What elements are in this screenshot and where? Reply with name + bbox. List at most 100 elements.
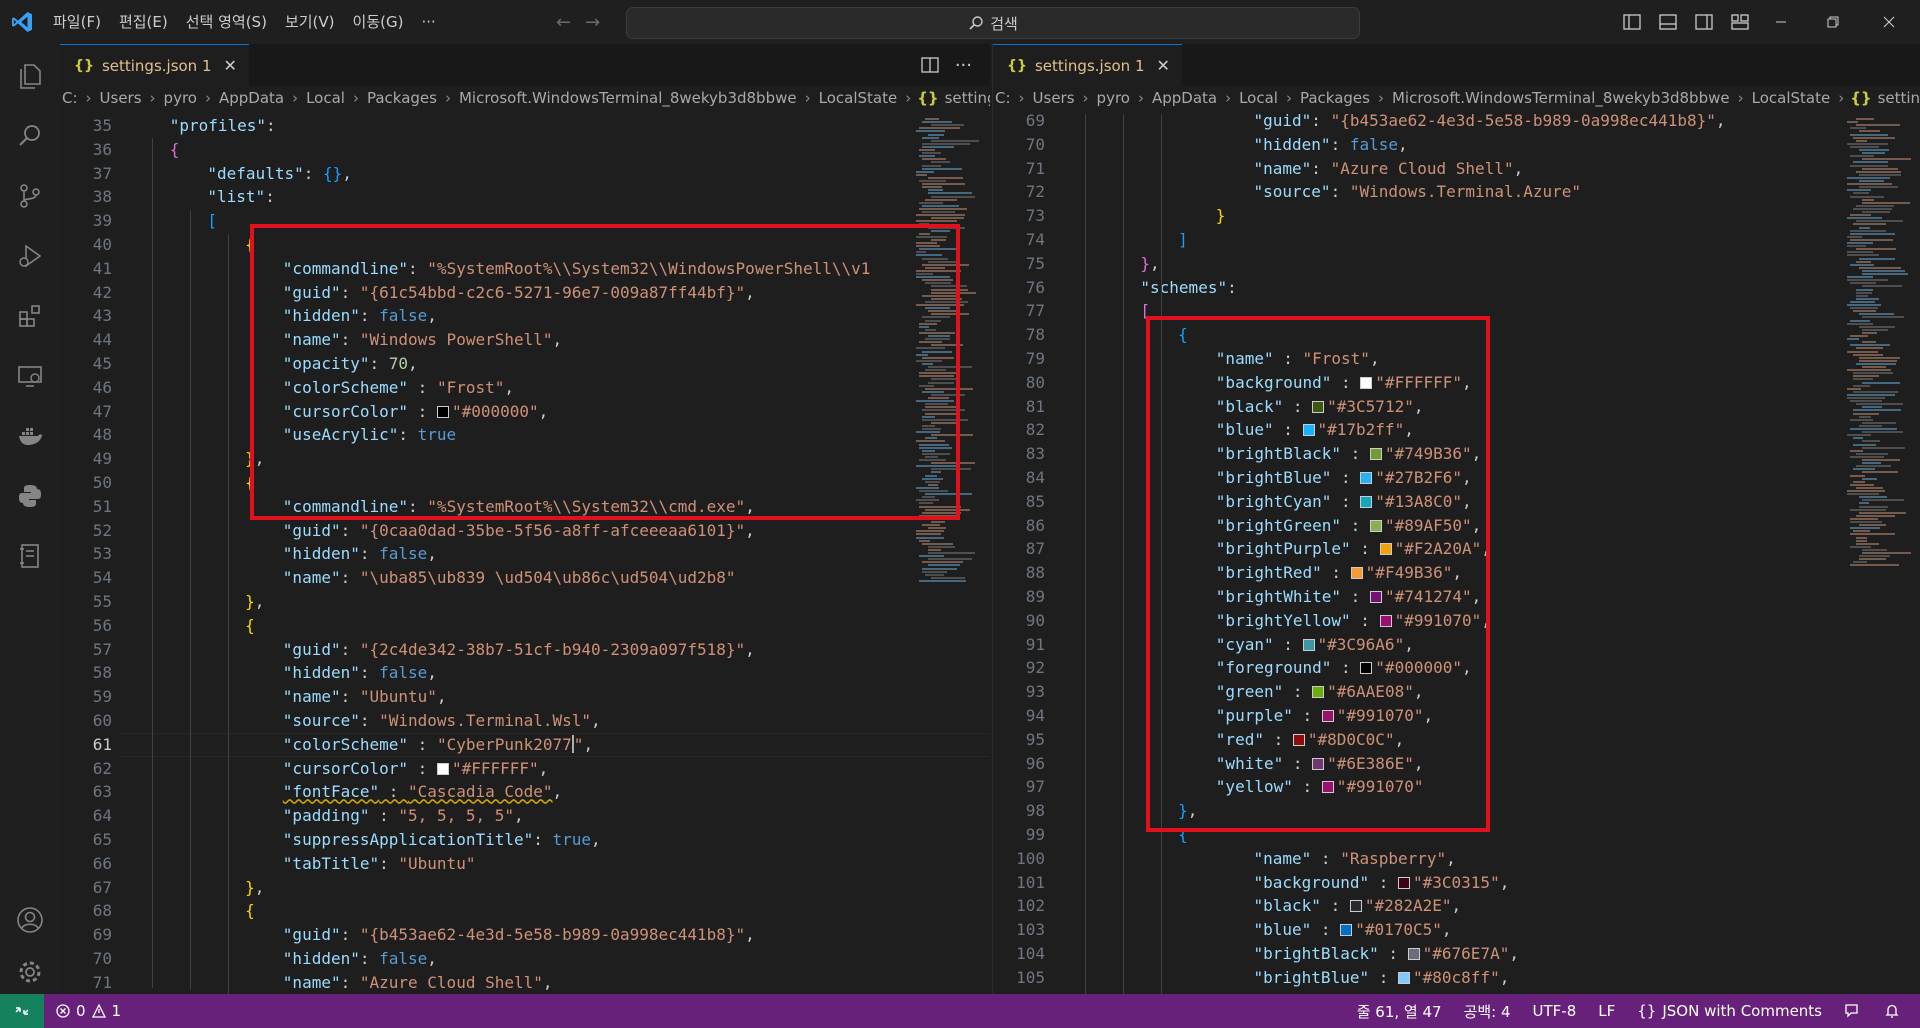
minimap-line: [928, 189, 943, 192]
status-bar: 0 1 줄 61, 열 47 공백: 4 UTF-8 LF {} JSON wit…: [0, 994, 1920, 1028]
code-text: "guid": "{0caa0dad-35be-5f56-a8ff-afceee…: [283, 519, 755, 543]
minimap-line: [931, 139, 979, 142]
breadcrumb-file[interactable]: settings.json: [945, 89, 990, 107]
menu-edit[interactable]: 편집(E): [110, 0, 177, 44]
minimap-line: [1850, 229, 1886, 232]
docker-icon[interactable]: [12, 418, 48, 454]
back-arrow-icon[interactable]: ←: [556, 12, 571, 33]
breadcrumb-segment[interactable]: pyro: [162, 89, 199, 107]
toggle-secondary-sidebar-icon[interactable]: [1692, 10, 1716, 34]
cursor-position[interactable]: 줄 61, 열 47: [1357, 1001, 1442, 1022]
end-of-line[interactable]: LF: [1598, 1002, 1615, 1020]
close-tab-icon[interactable]: ✕: [224, 56, 237, 75]
run-debug-icon[interactable]: [12, 238, 48, 274]
forward-arrow-icon[interactable]: →: [585, 12, 600, 33]
breadcrumb-segment[interactable]: Users: [98, 89, 144, 107]
toggle-primary-sidebar-icon[interactable]: [1620, 10, 1644, 34]
color-swatch-icon[interactable]: [1340, 924, 1353, 937]
code-token: :: [340, 639, 360, 659]
minimap-line: [1856, 347, 1883, 350]
breadcrumb-segment[interactable]: Packages: [1298, 89, 1372, 107]
language-mode[interactable]: {} JSON with Comments: [1637, 1002, 1822, 1020]
python-icon[interactable]: [12, 478, 48, 514]
problems-indicator[interactable]: 0 1: [56, 1002, 121, 1020]
line-number: 69: [92, 925, 112, 945]
code-token: "Azure Cloud Shell": [1330, 158, 1514, 178]
search-label: 검색: [990, 14, 1018, 33]
right-tab-settings-json[interactable]: {} settings.json 1 ✕: [993, 44, 1182, 86]
source-control-icon[interactable]: [12, 178, 48, 214]
toggle-panel-icon[interactable]: [1656, 10, 1680, 34]
customize-layout-icon[interactable]: [1728, 10, 1752, 34]
breadcrumb-segment[interactable]: Local: [1237, 89, 1280, 107]
code-token: "black": [1253, 896, 1321, 916]
color-swatch-icon[interactable]: [1398, 876, 1410, 889]
right-minimap[interactable]: [1839, 114, 1920, 994]
breadcrumb-segment[interactable]: C:: [60, 89, 80, 107]
menu-file[interactable]: 파일(F): [44, 0, 110, 44]
breadcrumb-segment[interactable]: Packages: [365, 89, 439, 107]
breadcrumb-segment[interactable]: Users: [1031, 89, 1077, 107]
code-token: :: [1311, 158, 1331, 178]
breadcrumb-segment[interactable]: C:: [993, 89, 1013, 107]
menu-view[interactable]: 보기(V): [276, 0, 344, 44]
close-tab-icon[interactable]: ✕: [1157, 56, 1170, 75]
minimap-line: [928, 192, 972, 195]
minimap-line: [919, 127, 960, 130]
code-token: ,: [591, 830, 601, 849]
search-view-icon[interactable]: [12, 118, 48, 154]
minimap-line: [1850, 545, 1871, 548]
extensions-icon[interactable]: [12, 298, 48, 334]
close-window-button[interactable]: [1866, 0, 1912, 44]
notebook-icon[interactable]: [12, 538, 48, 574]
split-editor-icon[interactable]: [921, 57, 939, 73]
minimap-line: [1862, 198, 1874, 201]
notifications-bell-icon[interactable]: [1884, 1003, 1900, 1019]
minimap-line: [1862, 285, 1902, 288]
color-swatch-icon[interactable]: [436, 762, 449, 775]
menu-go[interactable]: 이동(G): [344, 0, 413, 44]
minimap-line: [1853, 310, 1876, 313]
restore-button[interactable]: [1810, 0, 1856, 44]
remote-indicator[interactable]: [0, 994, 44, 1028]
color-swatch-icon[interactable]: [1398, 971, 1410, 984]
minimap-line: [928, 176, 963, 179]
code-token: "brightBlue": [1253, 967, 1370, 987]
breadcrumb-segment[interactable]: pyro: [1095, 89, 1132, 107]
breadcrumb-segment[interactable]: AppData: [217, 89, 286, 107]
breadcrumb-segment[interactable]: LocalState: [1750, 89, 1833, 107]
code-text: "guid": "{b453ae62-4e3d-5e58-b989-0a998e…: [1254, 109, 1726, 133]
account-icon[interactable]: [12, 902, 48, 938]
explorer-icon[interactable]: [12, 58, 48, 94]
minimap-line: [922, 152, 941, 155]
breadcrumb-segment[interactable]: LocalState: [817, 89, 900, 107]
minimap-line: [1847, 493, 1879, 496]
indentation[interactable]: 공백: 4: [1464, 1001, 1511, 1022]
command-center-search[interactable]: 검색: [626, 7, 1360, 39]
left-tab-settings-json[interactable]: {} settings.json 1 ✕: [60, 44, 249, 86]
breadcrumb-segment[interactable]: Microsoft.WindowsTerminal_8wekyb3d8bbwe: [457, 89, 799, 107]
remote-explorer-icon[interactable]: [12, 358, 48, 394]
minimap-line: [916, 533, 941, 536]
color-swatch-icon[interactable]: [1349, 900, 1362, 913]
minimize-button[interactable]: [1758, 0, 1804, 44]
line-number: 70: [1025, 134, 1045, 154]
minimap-line: [1853, 530, 1870, 533]
line-number: 38: [92, 187, 112, 207]
minimap-line: [925, 198, 957, 201]
more-actions-icon[interactable]: ···: [955, 55, 972, 76]
breadcrumb-file[interactable]: settings.json: [1878, 89, 1920, 107]
encoding[interactable]: UTF-8: [1533, 1002, 1577, 1020]
code-token: "Ubuntu": [398, 853, 476, 873]
minimap-line: [1862, 499, 1904, 502]
code-token: :: [408, 734, 437, 754]
breadcrumb-segment[interactable]: Local: [304, 89, 347, 107]
menu-selection[interactable]: 선택 영역(S): [177, 0, 276, 44]
menu-more[interactable]: ···: [412, 0, 444, 44]
feedback-icon[interactable]: [1844, 1003, 1862, 1019]
breadcrumb-segment[interactable]: Microsoft.WindowsTerminal_8wekyb3d8bbwe: [1390, 89, 1732, 107]
code-text: "guid": "{b453ae62-4e3d-5e58-b989-0a998e…: [283, 923, 755, 947]
color-swatch-icon[interactable]: [1407, 948, 1420, 960]
breadcrumb-segment[interactable]: AppData: [1150, 89, 1219, 107]
manage-gear-icon[interactable]: [12, 954, 48, 990]
